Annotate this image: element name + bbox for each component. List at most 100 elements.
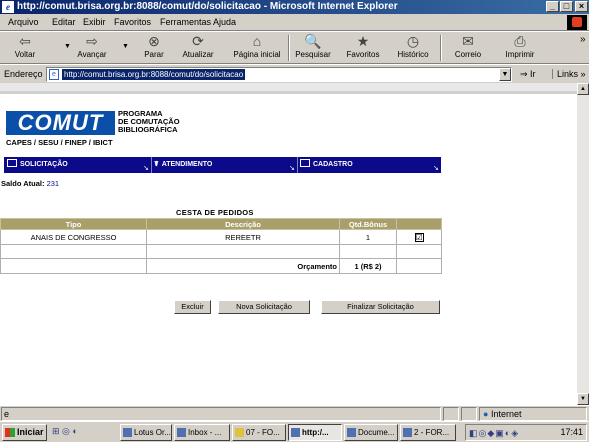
col-select [396, 218, 442, 230]
search-icon: 🔍 [304, 33, 322, 49]
clock: 17:41 [560, 427, 583, 437]
comut-logo: COMUT [6, 111, 115, 135]
budget-label: Orçamento [146, 258, 340, 274]
form-icon [300, 159, 310, 167]
page-viewport: COMUT PROGRAMA DE COMUTAÇÃO BIBLIOGRÁFIC… [0, 83, 577, 405]
history-button[interactable]: ◷ Histórico [392, 33, 434, 63]
logo-text: PROGRAMA DE COMUTAÇÃO BIBLIOGRÁFICA [118, 110, 180, 134]
task-document[interactable]: Docume... [344, 424, 398, 441]
ie-icon [291, 428, 300, 437]
home-button[interactable]: ⌂ Página inicial [230, 33, 284, 63]
corner-icon: ↘ [289, 165, 295, 172]
col-qtd: Qtd.Bônus [339, 218, 397, 230]
forward-button[interactable]: ⇨ Avançar [72, 33, 112, 63]
mail-button[interactable]: ✉ Correio [448, 33, 488, 63]
orders-table: Tipo Descrição Qtd.Bônus ANAIS DE CONGRE… [0, 218, 442, 274]
menu-favoritos[interactable]: Favoritos [114, 17, 151, 27]
app-icon [177, 428, 186, 437]
search-button[interactable]: 🔍 Pesquisar [292, 33, 334, 63]
menu-arquivo[interactable]: Arquivo [8, 17, 39, 27]
task-label: Docume... [358, 428, 395, 437]
table-row [0, 244, 442, 259]
menu-ferramentas[interactable]: Ferramentas [160, 17, 211, 27]
tab-label: ATENDIMENTO [161, 161, 213, 168]
close-button[interactable]: × [575, 1, 588, 12]
balance-value: 231 [46, 179, 60, 188]
row-checkbox[interactable]: ☑ [414, 232, 424, 242]
cell-tipo: ANAIS DE CONGRESSO [0, 229, 147, 245]
task-label: 2 - FOR... [414, 428, 450, 437]
address-label: Endereço [4, 69, 43, 79]
refresh-label: Atualizar [182, 50, 214, 59]
task-inbox[interactable]: Inbox - ... [174, 424, 230, 441]
status-panel [443, 407, 459, 421]
stop-label: Parar [144, 50, 164, 59]
start-button[interactable]: Iniciar [2, 424, 47, 441]
nova-solicitacao-button[interactable]: Nova Solicitação [218, 300, 310, 314]
cell-select: ☑ [396, 229, 442, 245]
zone-panel: ● Internet [479, 407, 587, 421]
toolbar-overflow-icon[interactable]: » [580, 34, 586, 45]
favorites-label: Favoritos [346, 50, 380, 59]
corner-icon: ↘ [143, 165, 149, 172]
refresh-icon: ⟳ [192, 33, 204, 49]
address-bar: Endereço e http://comut.brisa.org.br:808… [0, 64, 589, 82]
address-input[interactable]: e http://comut.brisa.org.br:8088/comut/d… [46, 67, 512, 82]
tab-atendimento[interactable]: ☤ ATENDIMENTO [154, 157, 212, 173]
vertical-scrollbar[interactable]: ▲ ▼ [577, 83, 589, 405]
back-button[interactable]: ⇦ Voltar [10, 33, 40, 63]
person-icon: ☤ [154, 161, 159, 168]
balance: Saldo Atual: 231 [1, 179, 59, 188]
nav-divider [151, 157, 152, 173]
header-strip [0, 91, 577, 94]
minimize-button[interactable]: _ [546, 1, 559, 12]
task-folder[interactable]: 07 - FO... [232, 424, 286, 441]
mail-icon: ✉ [462, 33, 474, 49]
refresh-button[interactable]: ⟳ Atualizar [174, 33, 222, 63]
status-text: e [1, 407, 441, 421]
quick-launch-icons[interactable]: ⊞ ◎ ◐ [52, 426, 78, 437]
table-row: ANAIS DE CONGRESSO REREETR 1 ☑ [0, 229, 442, 245]
header-strip [0, 83, 577, 91]
nav-divider [297, 157, 298, 173]
print-button[interactable]: ⎙ Imprimir [500, 33, 540, 63]
go-button[interactable]: ⇒ Ir [520, 69, 536, 80]
task-lotus[interactable]: Lotus Or... [120, 424, 172, 441]
menu-editar[interactable]: Editar [52, 17, 76, 27]
cell-empty [0, 244, 147, 259]
history-icon: ◷ [406, 33, 420, 49]
finalizar-solicitacao-button[interactable]: Finalizar Solicitação [321, 300, 440, 314]
cell-empty [339, 244, 397, 259]
task-form[interactable]: 2 - FOR... [400, 424, 456, 441]
favorites-button[interactable]: ★ Favoritos [342, 33, 384, 63]
menu-ajuda[interactable]: Ajuda [213, 17, 236, 27]
tray-icons[interactable]: ◧◎◆▣◐◈ [469, 428, 519, 439]
task-label: Lotus Or... [134, 428, 171, 437]
windows-logo-icon [567, 15, 587, 30]
balance-label: Saldo Atual: [1, 179, 45, 188]
windows-flag-icon [5, 428, 15, 437]
tab-cadastro[interactable]: CADASTRO [300, 157, 353, 173]
monitor-icon [7, 159, 17, 167]
links-button[interactable]: Links » [552, 69, 586, 79]
menu-exibir[interactable]: Exibir [83, 17, 106, 27]
home-icon: ⌂ [252, 33, 262, 49]
globe-icon: ● [483, 409, 489, 419]
menu-bar: Arquivo Editar Exibir Favoritos Ferramen… [0, 14, 589, 31]
scroll-down-icon[interactable]: ▼ [577, 393, 589, 405]
scroll-up-icon[interactable]: ▲ [577, 83, 589, 95]
stop-button[interactable]: ⊗ Parar [136, 33, 172, 63]
logo-line: BIBLIOGRÁFICA [118, 125, 178, 134]
task-ie[interactable]: http:/... [288, 424, 342, 441]
address-dropdown-icon[interactable]: ▼ [499, 68, 511, 81]
cell-empty [396, 244, 442, 259]
tab-solicitacao[interactable]: SOLICITAÇÃO [7, 157, 68, 173]
system-tray: ◧◎◆▣◐◈ 17:41 [465, 424, 587, 441]
forward-dropdown-icon[interactable]: ▼ [122, 43, 129, 50]
back-dropdown-icon[interactable]: ▼ [64, 43, 71, 50]
maximize-button[interactable]: □ [560, 1, 573, 12]
excluir-button[interactable]: Excluir [174, 300, 211, 314]
address-url[interactable]: http://comut.brisa.org.br:8088/comut/do/… [62, 69, 246, 80]
task-label: Inbox - ... [188, 428, 222, 437]
forward-label: Avançar [77, 50, 107, 59]
